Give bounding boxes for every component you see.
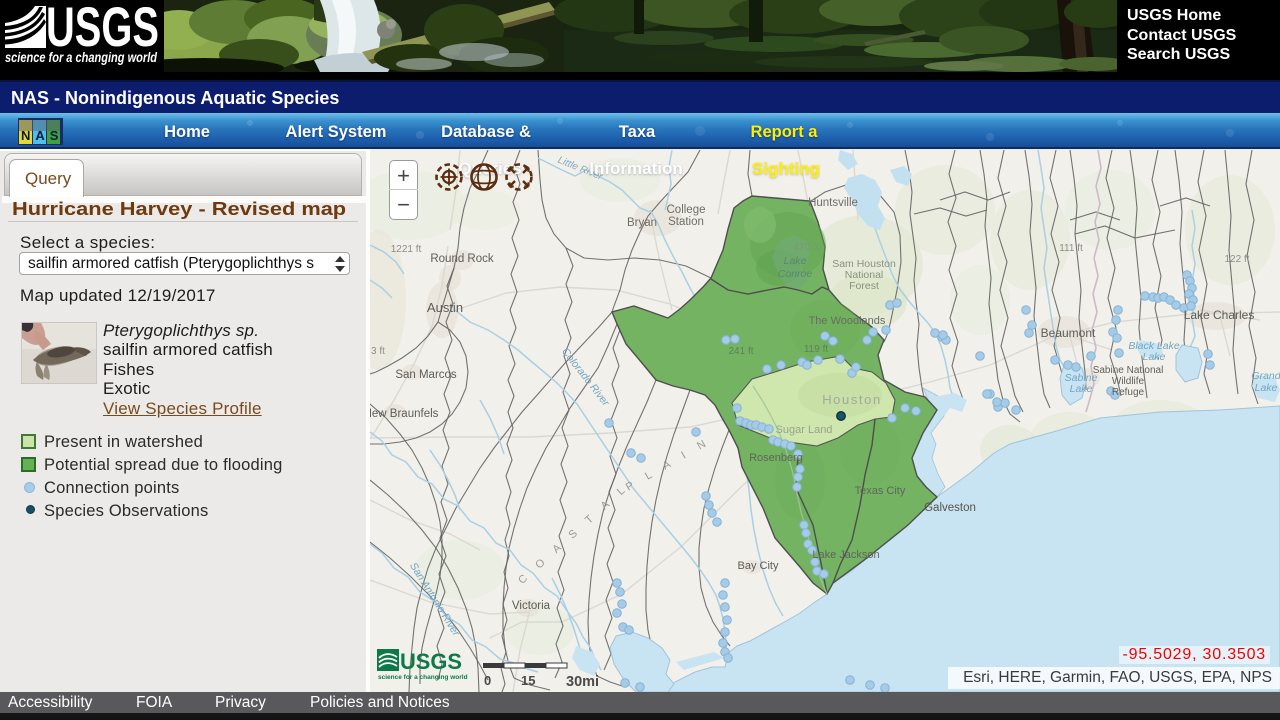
svg-text:30mi: 30mi	[566, 674, 599, 690]
svg-text:San Marcos: San Marcos	[395, 369, 457, 381]
svg-text:The Woodlands: The Woodlands	[809, 315, 886, 327]
svg-text:Bryan: Bryan	[627, 217, 657, 229]
svg-text:Lake: Lake	[1070, 383, 1093, 395]
svg-text:470 ft: 470 ft	[793, 242, 818, 253]
svg-text:Houston: Houston	[822, 392, 882, 407]
svg-text:Station: Station	[668, 216, 704, 228]
svg-text:USGS: USGS	[400, 649, 462, 674]
svg-text:Beaumont: Beaumont	[1041, 326, 1096, 340]
svg-text:0: 0	[484, 673, 491, 688]
svg-text:Lake: Lake	[784, 255, 807, 267]
svg-text:Lake: Lake	[1255, 382, 1278, 394]
svg-text:Lake: Lake	[1143, 351, 1166, 363]
svg-text:122 ft: 122 ft	[1224, 254, 1249, 265]
svg-text:science for a changing world: science for a changing world	[378, 674, 468, 681]
svg-text:Refuge: Refuge	[1112, 387, 1145, 398]
svg-text:Conroe: Conroe	[778, 268, 813, 280]
svg-text:Victoria: Victoria	[512, 600, 551, 612]
svg-text:science for a changing world: science for a changing world	[5, 50, 158, 65]
svg-text:Sabine National: Sabine National	[1093, 365, 1164, 376]
svg-text:3 ft: 3 ft	[371, 346, 385, 357]
svg-text:1221 ft: 1221 ft	[391, 244, 422, 255]
svg-text:Austin: Austin	[427, 300, 463, 315]
svg-text:Lake Jackson: Lake Jackson	[812, 549, 879, 561]
svg-text:Grand: Grand	[1251, 370, 1280, 382]
svg-text:Bay City: Bay City	[738, 560, 779, 572]
svg-text:241 ft: 241 ft	[728, 346, 753, 357]
svg-text:USGS: USGS	[46, 2, 159, 52]
svg-text:Huntsville: Huntsville	[808, 197, 858, 209]
svg-text:Forest: Forest	[849, 280, 879, 292]
svg-text:15: 15	[521, 673, 535, 688]
svg-text:Round Rock: Round Rock	[430, 253, 494, 265]
svg-text:111 ft: 111 ft	[1059, 243, 1083, 254]
svg-text:College: College	[667, 204, 706, 216]
svg-text:Rosenberg: Rosenberg	[749, 452, 803, 464]
svg-text:119 ft: 119 ft	[804, 344, 828, 355]
svg-text:Wildlife: Wildlife	[1112, 376, 1145, 387]
svg-text:Texas City: Texas City	[855, 485, 906, 497]
svg-text:Sugar Land: Sugar Land	[776, 424, 833, 436]
svg-text:Galveston: Galveston	[924, 502, 976, 514]
svg-text:New Braunfels: New Braunfels	[370, 408, 439, 420]
svg-text:Lake Charles: Lake Charles	[1184, 308, 1255, 322]
